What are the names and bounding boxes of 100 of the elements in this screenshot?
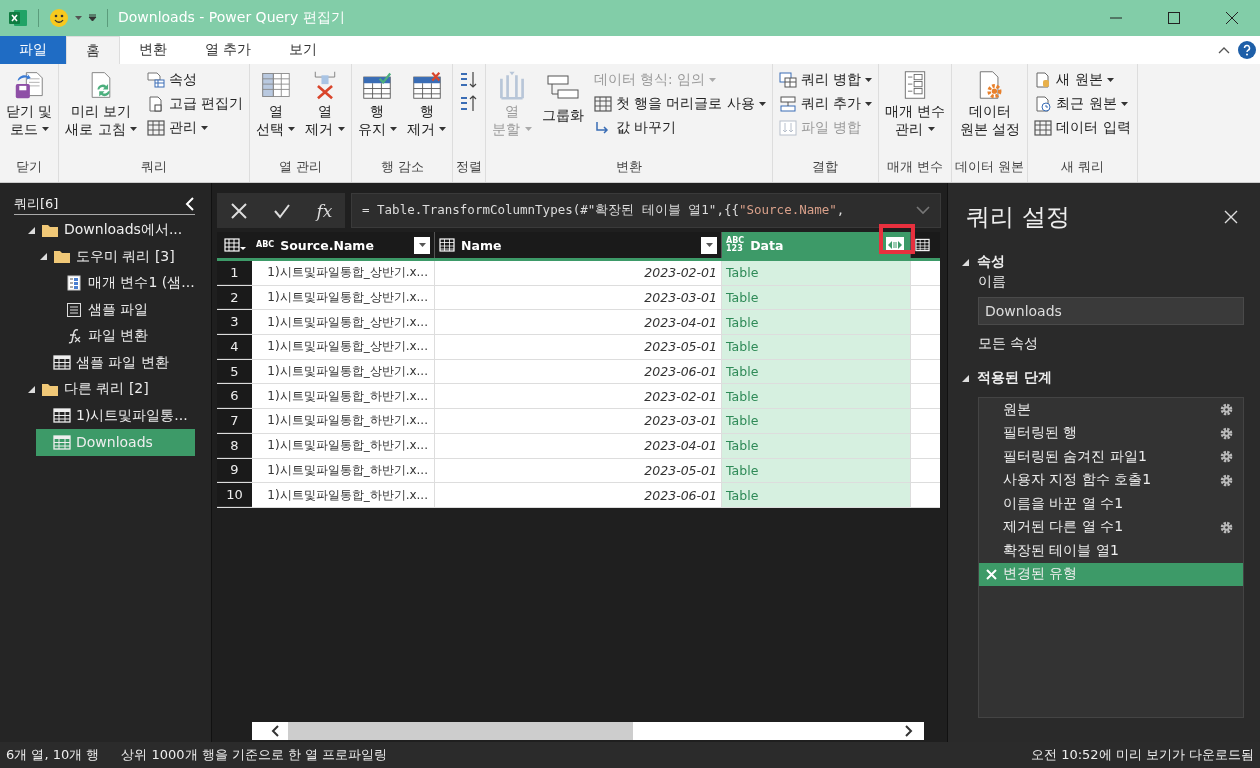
help-icon[interactable] bbox=[1238, 41, 1256, 59]
window-title: Downloads - Power Query 편집기 bbox=[118, 9, 345, 27]
table-cell: 1)시트및파일통합_하반기.x... bbox=[252, 458, 435, 483]
ribbon-button[interactable]: 새 원본 bbox=[1031, 68, 1134, 92]
caret-icon bbox=[288, 127, 296, 131]
section-heading[interactable]: 적용된 단계 bbox=[977, 369, 1052, 387]
table-menu-icon[interactable] bbox=[223, 238, 246, 252]
ribbon-tab[interactable]: 열 추가 bbox=[186, 36, 271, 64]
gear-icon[interactable] bbox=[1220, 520, 1233, 534]
query-item[interactable]: 매개 변수1 (샘... bbox=[48, 270, 195, 297]
table-cell: Table bbox=[722, 285, 911, 310]
table-cell: Table bbox=[722, 409, 911, 433]
expanded-icon[interactable] bbox=[962, 374, 969, 382]
step-item[interactable]: 원본 bbox=[979, 398, 1243, 422]
delete-icon[interactable] bbox=[985, 568, 997, 580]
ribbon-button[interactable]: 매개 변수 관리 bbox=[881, 68, 949, 140]
expanded-icon[interactable] bbox=[27, 385, 35, 393]
query-item[interactable]: 다른 쿼리 [2] bbox=[24, 376, 195, 403]
ribbon-button[interactable]: 쿼리 추가 bbox=[775, 92, 875, 116]
caret-icon bbox=[524, 127, 532, 131]
step-item[interactable]: 이름을 바꾼 열 수1 bbox=[979, 492, 1243, 516]
expanded-icon[interactable] bbox=[39, 253, 47, 261]
group-label: 결합 bbox=[811, 158, 840, 176]
close-icon[interactable] bbox=[1226, 12, 1238, 24]
group-label: 매개 변수 bbox=[885, 158, 945, 176]
table-cell: 1)시트및파일통합_상반기.x... bbox=[252, 261, 435, 285]
expanded-icon[interactable] bbox=[27, 226, 35, 234]
smiley-icon[interactable] bbox=[49, 8, 69, 28]
ribbon-button[interactable]: 미리 보기 새로 고침 bbox=[62, 68, 140, 140]
step-item[interactable]: 제거된 다른 열 수1 bbox=[979, 515, 1243, 539]
section-heading[interactable]: 속성 bbox=[977, 253, 1005, 271]
table-type-icon[interactable] bbox=[915, 238, 930, 252]
table-icon bbox=[146, 120, 165, 136]
expand-formula-icon[interactable] bbox=[916, 206, 930, 215]
status-text: 오전 10:52에 미리 보기가 다운로드됨 bbox=[1031, 746, 1254, 764]
merge-icon bbox=[778, 72, 797, 88]
all-properties-link[interactable]: 모든 속성 bbox=[978, 335, 1244, 353]
horizontal-scrollbar[interactable] bbox=[252, 722, 924, 740]
step-item[interactable]: 확장된 테이블 열1 bbox=[979, 539, 1243, 563]
row-number: 4 bbox=[217, 335, 252, 359]
ribbon-tab[interactable]: 변환 bbox=[120, 36, 186, 64]
scroll-left-icon[interactable] bbox=[270, 725, 280, 737]
step-item[interactable]: 필터링된 숨겨진 파일1 bbox=[979, 445, 1243, 469]
query-item[interactable]: 1)시트및파일통... bbox=[36, 402, 195, 429]
file-tab[interactable]: 파일 bbox=[0, 36, 66, 64]
query-item[interactable]: 샘플 파일 변환 bbox=[36, 349, 195, 376]
ribbon-button[interactable]: 관리 bbox=[143, 116, 247, 140]
query-item[interactable]: 도우미 쿼리 [3] bbox=[36, 243, 195, 270]
query-item[interactable]: Downloads에서... bbox=[24, 217, 195, 244]
ribbon-tab[interactable]: 홈 bbox=[66, 36, 120, 64]
ribbon-button[interactable]: 쿼리 병합 bbox=[775, 68, 875, 92]
scroll-right-icon[interactable] bbox=[904, 725, 914, 737]
ribbon-button[interactable]: 열 제거 bbox=[302, 68, 348, 140]
caret-icon bbox=[418, 243, 426, 247]
step-item[interactable]: 필터링된 행 bbox=[979, 421, 1243, 445]
maximize-icon[interactable] bbox=[1168, 12, 1180, 24]
filter-button[interactable] bbox=[414, 236, 430, 254]
ribbon-button[interactable]: 속성 bbox=[143, 68, 247, 92]
filter-button[interactable] bbox=[701, 236, 717, 254]
ribbon-button[interactable]: 데이터 입력 bbox=[1031, 116, 1134, 140]
ribbon-button[interactable]: 최근 원본 bbox=[1031, 92, 1134, 116]
caret-icon bbox=[708, 78, 716, 82]
caret-icon bbox=[705, 243, 713, 247]
customize-toolbar-icon[interactable] bbox=[88, 14, 97, 22]
row-number: 2 bbox=[217, 285, 252, 310]
ribbon-button[interactable]: 그룹화 bbox=[538, 68, 587, 140]
ribbon-button[interactable]: 첫 행을 머리글로 사용 bbox=[590, 92, 769, 116]
ribbon-button[interactable]: 닫기 및 로드 bbox=[3, 68, 56, 140]
function-label[interactable]: fx bbox=[316, 200, 333, 221]
name-field[interactable]: Downloads bbox=[978, 297, 1244, 325]
caret-icon bbox=[927, 127, 935, 131]
query-item[interactable]: 샘플 파일 bbox=[48, 296, 195, 323]
gear-icon[interactable] bbox=[1220, 426, 1233, 440]
gear-icon[interactable] bbox=[1220, 450, 1233, 464]
ribbon-button[interactable]: 열 선택 bbox=[253, 68, 299, 140]
gear-icon[interactable] bbox=[1220, 403, 1233, 417]
cancel-icon[interactable] bbox=[229, 201, 248, 220]
collapse-pane-icon[interactable] bbox=[185, 197, 195, 211]
scroll-thumb[interactable] bbox=[288, 722, 633, 740]
column-header[interactable]: Name bbox=[435, 232, 722, 258]
table-type-icon[interactable] bbox=[439, 238, 455, 252]
settings-title: 쿼리 설정 bbox=[966, 202, 1070, 233]
type-label[interactable]: ABC bbox=[256, 241, 275, 249]
ribbon-tab[interactable]: 보기 bbox=[270, 36, 337, 64]
ribbon-button[interactable]: 값 바꾸기 bbox=[590, 116, 769, 140]
expanded-icon[interactable] bbox=[962, 258, 969, 266]
table-cell: Table bbox=[722, 483, 911, 507]
column-header[interactable]: ABC Source.Name bbox=[252, 232, 435, 258]
step-item[interactable]: 사용자 지정 함수 호출1 bbox=[979, 468, 1243, 492]
query-item[interactable]: 파일 변환 bbox=[48, 323, 195, 350]
ribbon-button[interactable]: 행 유지 bbox=[354, 68, 401, 140]
row-number: 9 bbox=[217, 458, 252, 483]
ribbon-button[interactable]: 데이터 원본 설정 bbox=[955, 68, 1025, 140]
ribbon-button[interactable]: 행 제거 bbox=[404, 68, 450, 140]
formula-field[interactable]: = Table.TransformColumnTypes(#"확장된 테이블 열1",{{"Source.Name", bbox=[351, 193, 941, 228]
group-label: 열 관리 bbox=[277, 158, 324, 176]
ribbon-button[interactable]: 고급 편집기 bbox=[143, 92, 247, 116]
row-number: 10 bbox=[217, 483, 252, 507]
collapse-ribbon-icon[interactable] bbox=[1218, 46, 1230, 54]
gear-icon[interactable] bbox=[1220, 473, 1233, 487]
